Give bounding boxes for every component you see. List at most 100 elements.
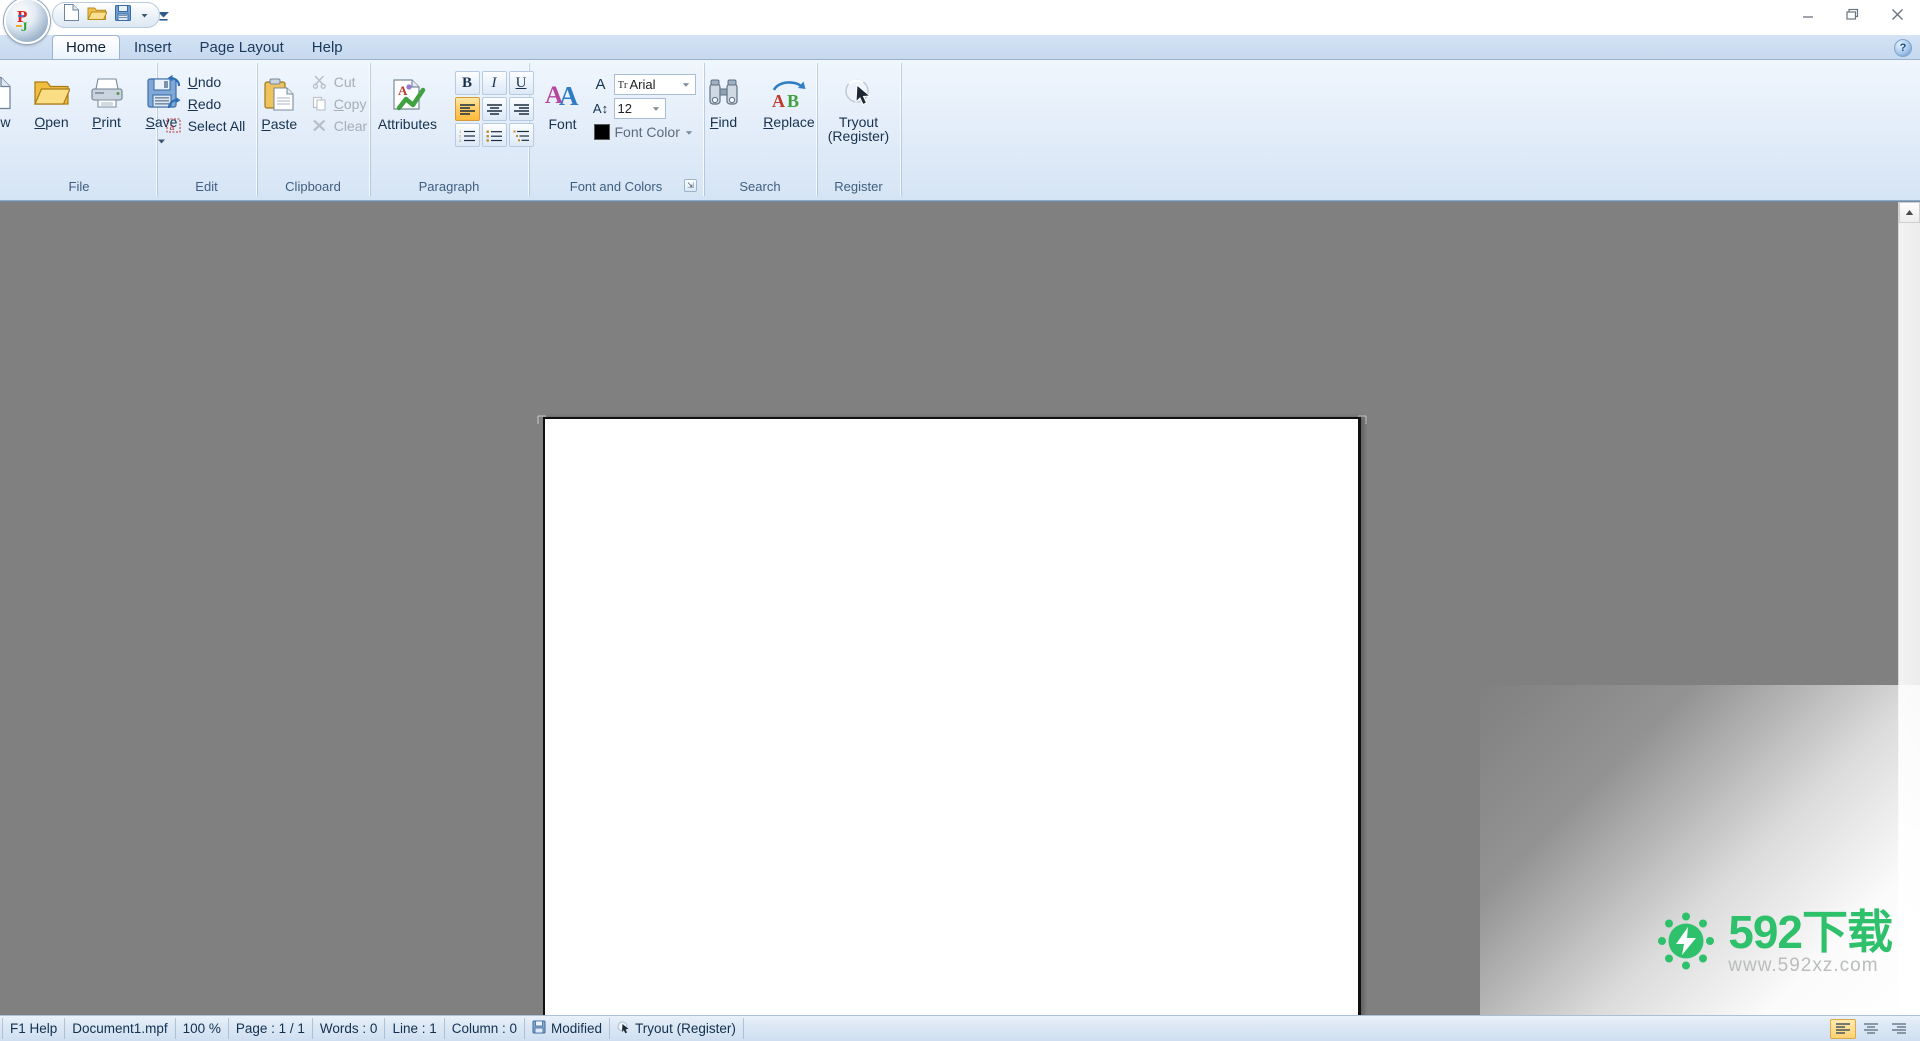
status-tryout[interactable]: Tryout (Register) [610,1018,744,1039]
font-button-label: Font [548,116,577,132]
watermark-logo: 592下载 www.592xz.com [1656,906,1893,977]
group-label-paragraph: Paragraph [418,178,480,194]
watermark-bolt-icon [1656,911,1716,976]
redo-button[interactable]: Redo [161,93,253,114]
group-label-search: Search [739,178,781,194]
qat-save-button[interactable] [111,4,135,26]
italic-button[interactable]: I [481,71,507,95]
view-center-button[interactable] [1858,1019,1884,1039]
vertical-scrollbar[interactable] [1898,202,1920,1015]
paste-button[interactable]: Paste [252,71,307,153]
status-modified-label: Modified [551,1021,603,1036]
font-color-button[interactable]: Font Color [592,122,696,142]
open-button-label: Open [34,114,69,130]
attributes-button-label: Attributes [377,116,438,132]
numbered-list-button[interactable]: 123 [454,123,480,147]
font-size-value: 12 [617,101,632,116]
quick-access-toolbar[interactable] [52,2,160,28]
font-color-label: Font Color [614,124,680,140]
tryout-cursor-icon [841,74,877,112]
chevron-down-icon[interactable] [680,82,693,88]
redo-button-label: Redo [187,95,222,112]
open-folder-icon [33,74,70,112]
chevron-down-icon[interactable] [685,123,693,141]
maximize-button[interactable] [1830,0,1875,29]
font-size-combobox[interactable]: 12 [613,98,666,119]
watermark-url: www.592xz.com [1728,955,1879,976]
select-all-button-label: Select All [187,117,246,134]
qat-new-button[interactable] [59,4,83,26]
tab-page-layout[interactable]: Page Layout [186,35,298,59]
status-page: Page : 1 / 1 [229,1018,313,1039]
document-workspace[interactable]: 592下载 www.592xz.com [0,201,1920,1015]
qat-open-button[interactable] [85,4,109,26]
scroll-up-button[interactable] [1899,202,1920,223]
tab-home[interactable]: Home [52,35,121,59]
ribbon-group-clipboard: Paste Cut Copy Clear Clipboard [257,63,370,196]
ribbon-tab-strip: Home Insert Page Layout Help ? [0,35,1920,60]
open-folder-icon [87,4,108,27]
print-button-label: Print [92,114,121,130]
qat-customize-dropdown[interactable] [137,4,151,26]
watermark-overlay [1480,685,1920,1015]
tab-help[interactable]: Help [298,35,357,59]
title-bar: P J [0,0,1920,44]
ribbon-group-register: Tryout (Register) Register [817,63,901,196]
minimize-button[interactable] [1785,0,1830,29]
font-name-combobox[interactable]: Tr Arial [613,74,696,95]
align-center-button[interactable] [481,97,507,121]
new-button-label: New [0,114,11,130]
tryout-register-button[interactable]: Tryout (Register) [816,69,902,151]
paste-clipboard-icon [263,76,295,114]
group-label-text: Font and Colors [569,178,663,194]
truetype-icon: Tr [617,78,628,91]
group-label-font-and-colors: Font and Colors ⇲ [531,176,701,196]
watermark-title: 592下载 [1728,906,1893,958]
svg-text:A: A [772,91,785,109]
undo-button[interactable]: Undo [161,71,253,92]
printer-icon [89,74,125,112]
scrollbar-track[interactable] [1899,223,1920,994]
group-label-register: Register [834,178,883,194]
new-document-icon [63,3,80,27]
new-button[interactable]: New [0,69,24,151]
help-icon[interactable]: ? [1894,39,1912,57]
status-modified: Modified [525,1018,611,1039]
tryout-button-label: Tryout (Register) [828,115,889,143]
attributes-button[interactable]: A Attributes [365,71,451,153]
font-name-value: Arial [629,77,656,92]
status-zoom[interactable]: 100 % [176,1018,229,1039]
replace-button[interactable]: A B Replace [754,69,824,151]
ribbon-group-font-and-colors: A A Font A Tr Arial A↕ 12 Font Color Fon… [529,63,704,196]
bold-button[interactable]: B [454,71,480,95]
view-normal-button[interactable] [1830,1018,1856,1039]
bulleted-list-button[interactable] [481,123,507,147]
replace-button-label: Replace [763,114,815,130]
view-right-button[interactable] [1886,1019,1912,1039]
open-button[interactable]: Open [24,69,79,151]
new-document-icon [0,74,12,112]
tryout-label-line2: (Register) [827,128,890,144]
scroll-down-button[interactable] [1899,994,1920,1015]
tab-insert[interactable]: Insert [120,35,186,59]
font-button[interactable]: A A Font [537,71,589,153]
status-line: Line : 1 [385,1018,445,1039]
status-help[interactable]: F1 Help [2,1018,66,1039]
select-all-button[interactable]: a Select All [161,115,253,136]
application-menu-button[interactable]: P J [4,0,50,44]
find-button[interactable]: Find [696,69,751,151]
close-button[interactable] [1875,0,1920,29]
chevron-down-icon[interactable] [650,106,663,112]
align-left-button[interactable] [454,97,480,121]
font-dialog-launcher[interactable]: ⇲ [684,179,697,192]
document-page[interactable] [543,417,1361,1015]
redo-arrow-icon [165,95,183,113]
window-controls [1785,0,1920,30]
ribbon: New Open [0,60,1920,201]
group-label-edit: Edit [195,178,218,194]
print-button[interactable]: Print [79,69,134,151]
copy-pages-icon [311,95,329,113]
ribbon-group-file: New Open [0,63,177,196]
binoculars-icon [707,74,741,112]
attributes-check-icon: A [390,76,426,114]
